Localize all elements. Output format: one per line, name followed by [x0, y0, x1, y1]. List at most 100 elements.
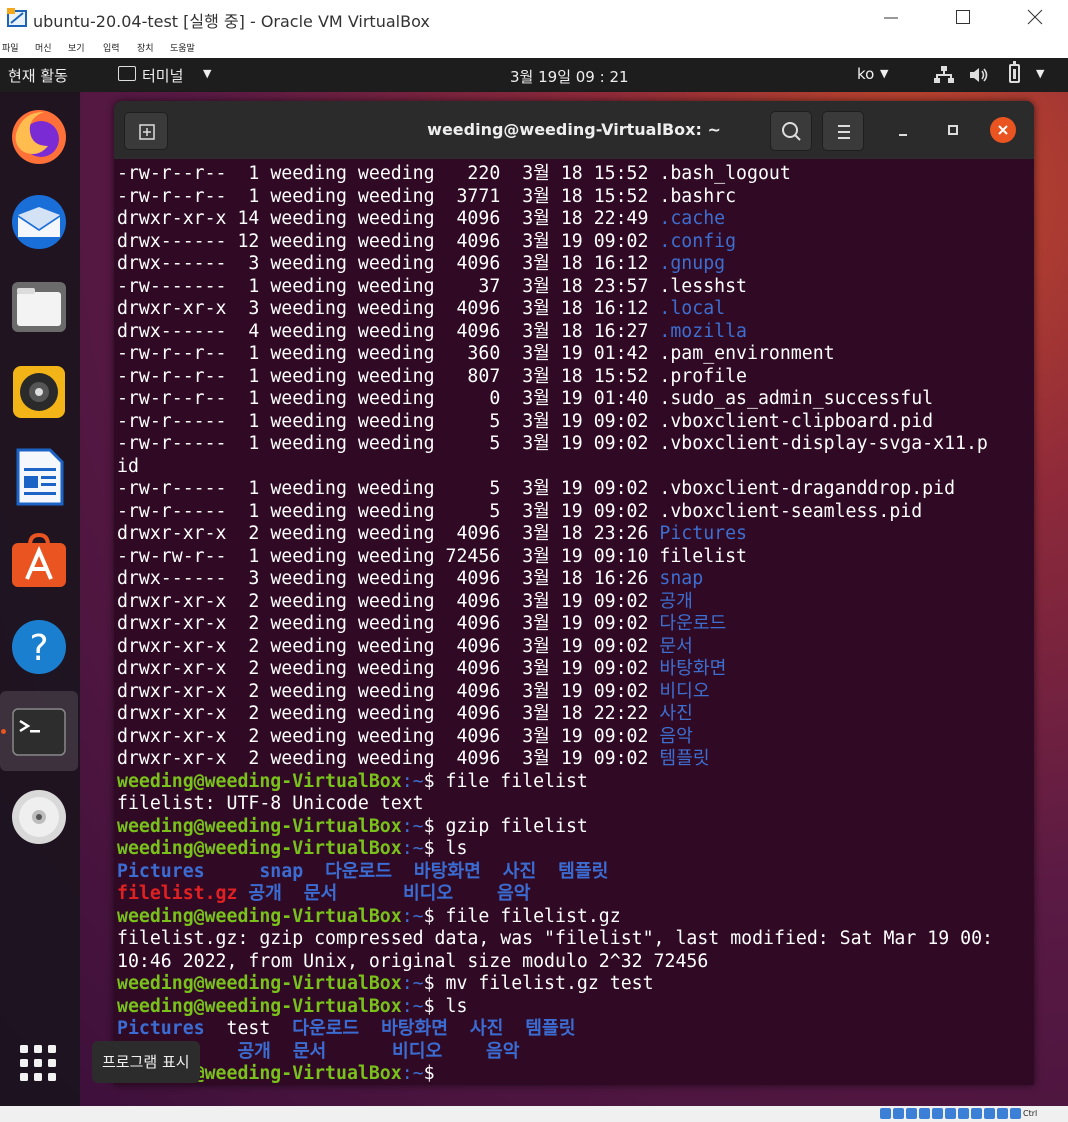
network-status-icon[interactable]	[919, 1108, 930, 1119]
ls-entry-plain	[205, 861, 260, 882]
file-owner: weeding	[270, 163, 347, 184]
usb-icon[interactable]	[932, 1108, 943, 1119]
menu-help[interactable]: 도움말	[170, 41, 195, 54]
terminal-minimize-button[interactable]	[890, 117, 916, 143]
activities-button[interactable]: 현재 활동	[8, 65, 68, 86]
system-menu-arrow-icon[interactable]: ▼	[1036, 67, 1044, 80]
optical-drive-icon[interactable]	[893, 1108, 904, 1119]
file-time: 09:02	[593, 410, 649, 432]
menu-view[interactable]: 보기	[68, 41, 85, 54]
display-icon[interactable]	[958, 1108, 969, 1119]
file-name: 바탕화면	[659, 658, 727, 679]
ls-entry-plain	[303, 861, 325, 882]
terminal-text-area[interactable]: -rw-r--r-- 1 weeding weeding 220 3월 18 1…	[114, 159, 1034, 1085]
command-line: weeding@weeding-VirtualBox:~$	[117, 1063, 1029, 1085]
listing-row: drwxr-xr-x 2 weeding weeding 4096 3월 19 …	[117, 748, 1029, 771]
window-close-button[interactable]	[1012, 0, 1058, 36]
files-icon[interactable]	[8, 276, 70, 338]
menu-input[interactable]: 입력	[103, 41, 120, 54]
triangle-down-icon: ▼	[880, 67, 889, 80]
file-permissions: -rw-rw-r--	[117, 545, 227, 567]
ubuntu-software-icon[interactable]	[8, 531, 70, 593]
ls-entry: Pictures	[117, 1018, 205, 1039]
dvd-icon[interactable]	[8, 786, 70, 848]
window-minimize-button[interactable]	[868, 0, 914, 36]
host-window-titlebar: ubuntu-20.04-test [실행 중] - Oracle VM Vir…	[0, 0, 1068, 36]
file-month: 3월	[522, 433, 550, 454]
hamburger-menu-button[interactable]	[822, 111, 864, 151]
cpu-icon[interactable]	[984, 1108, 995, 1119]
menu-machine[interactable]: 머신	[35, 41, 52, 54]
rhythmbox-icon[interactable]	[8, 361, 70, 423]
thunderbird-icon[interactable]	[8, 191, 70, 253]
prompt-dollar: $	[423, 770, 435, 792]
show-applications-icon[interactable]	[18, 1043, 58, 1083]
file-name: .lesshst	[659, 275, 747, 297]
shared-folders-icon[interactable]	[945, 1108, 956, 1119]
help-icon[interactable]: ?	[8, 616, 70, 678]
menu-devices[interactable]: 장치	[137, 41, 154, 54]
spacer: 18	[549, 208, 594, 229]
network-icon[interactable]	[933, 65, 955, 85]
spacer: 4096	[434, 208, 523, 229]
listing-row: drwxr-xr-x 2 weeding weeding 4096 3월 19 …	[117, 613, 1029, 636]
terminal-maximize-button[interactable]	[940, 117, 966, 143]
file-group: weeding	[357, 658, 435, 679]
spacer: 1	[226, 343, 271, 364]
spacer: 0	[434, 388, 523, 409]
file-name: .cache	[659, 208, 726, 229]
spacer: 3771	[434, 185, 523, 207]
spacer: 19	[549, 635, 594, 657]
mouse-integration-icon[interactable]	[997, 1108, 1008, 1119]
battery-icon[interactable]	[1009, 61, 1020, 83]
spacer: 19	[549, 658, 594, 679]
file-time: 09:10	[593, 545, 649, 567]
file-group: weeding	[357, 703, 435, 724]
terminal-close-button[interactable]	[990, 117, 1016, 143]
ls-entry: snap	[259, 860, 304, 882]
keyboard-icon[interactable]	[1010, 1108, 1021, 1119]
spacer: 1	[226, 185, 271, 207]
firefox-icon[interactable]	[8, 106, 70, 168]
file-month: 3월	[522, 298, 550, 319]
cursor	[446, 1065, 456, 1084]
file-owner: weeding	[270, 523, 347, 544]
spacer: 19	[549, 590, 594, 612]
file-owner: weeding	[270, 703, 347, 724]
hard-disk-icon[interactable]	[880, 1108, 891, 1119]
menu-file[interactable]: 파일	[2, 41, 19, 54]
file-time: 09:02	[593, 635, 649, 657]
spacer: 2	[226, 613, 271, 634]
window-title: ubuntu-20.04-test [실행 중] - Oracle VM Vir…	[33, 12, 430, 31]
language-indicator[interactable]: ko	[857, 65, 874, 83]
file-permissions: drwxr-xr-x	[117, 613, 227, 634]
file-group: weeding	[357, 253, 435, 274]
file-permissions: drwx------	[117, 320, 227, 342]
libreoffice-writer-icon[interactable]	[8, 446, 70, 508]
terminal-icon[interactable]	[8, 701, 70, 763]
spacer: 4096	[434, 320, 523, 342]
clock[interactable]: 3월 19일 09 : 21	[510, 66, 629, 87]
file-time: 16:26	[593, 568, 649, 589]
ls-entry: 템플릿	[525, 1018, 576, 1039]
file-time: 15:52	[593, 185, 649, 207]
audio-icon[interactable]	[906, 1108, 917, 1119]
file-group: weeding	[357, 365, 435, 387]
listing-row: -rw-r----- 1 weeding weeding 5 3월 19 09:…	[117, 501, 1029, 524]
file-permissions: -rw-r--r--	[117, 343, 227, 364]
ls-entry-plain	[453, 883, 497, 904]
window-maximize-button[interactable]	[940, 0, 986, 36]
volume-icon[interactable]	[968, 65, 990, 85]
listing-row: -rw-r--r-- 1 weeding weeding 807 3월 18 1…	[117, 366, 1029, 389]
spacer: 18	[549, 163, 594, 184]
spacer: 5	[434, 478, 523, 499]
search-button[interactable]	[770, 111, 812, 151]
recording-icon[interactable]	[971, 1108, 982, 1119]
